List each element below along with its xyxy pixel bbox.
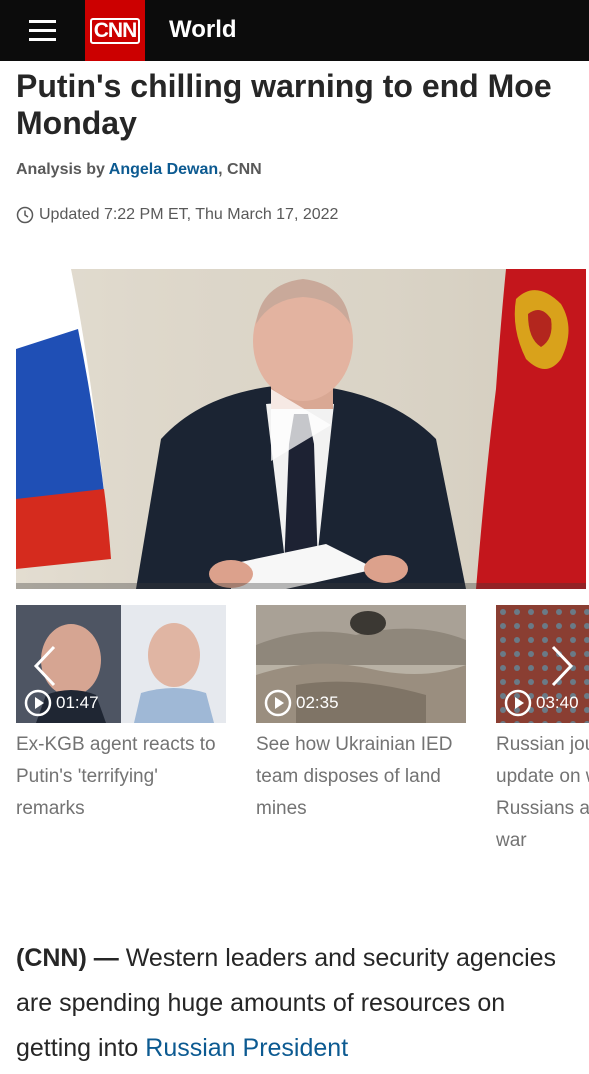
video-player[interactable]: [16, 269, 586, 589]
byline-prefix: Analysis by: [16, 161, 105, 178]
duration-text: 02:35: [296, 693, 339, 712]
byline: Analysis by Angela Dewan, CNN: [16, 161, 262, 179]
top-navigation-bar: CNN World: [0, 0, 589, 61]
play-circle-icon: [264, 689, 292, 717]
cnn-logo[interactable]: CNN: [85, 0, 145, 61]
hamburger-menu-button[interactable]: [0, 0, 85, 61]
carousel-item[interactable]: 01:47 Ex-KGB agent reacts to Putin's 'te…: [16, 605, 226, 825]
carousel-item-caption[interactable]: Ex-KGB agent reacts to Putin's 'terrifyi…: [16, 729, 226, 825]
thumbnail-image: 02:35: [256, 605, 466, 723]
author-link[interactable]: Angela Dewan: [109, 161, 218, 178]
chevron-right-icon[interactable]: [541, 641, 581, 691]
russian-president-link[interactable]: Russian President: [145, 1034, 348, 1062]
video-duration: 02:35: [264, 689, 339, 717]
byline-suffix: , CNN: [218, 161, 262, 178]
carousel-item[interactable]: 02:35 See how Ukrainian IED team dispose…: [256, 605, 466, 825]
dateline: (CNN) —: [16, 944, 119, 972]
cnn-logo-text: CNN: [89, 17, 141, 44]
carousel-item-caption[interactable]: See how Ukrainian IED team disposes of l…: [256, 729, 466, 825]
play-icon[interactable]: [266, 384, 336, 466]
chevron-left-icon[interactable]: [26, 641, 66, 691]
video-carousel: 01:47 Ex-KGB agent reacts to Putin's 'te…: [16, 605, 589, 865]
carousel-item-caption[interactable]: Russian journalist gives update on what …: [496, 729, 589, 857]
section-title[interactable]: World: [169, 16, 237, 44]
hamburger-menu-icon: [29, 20, 56, 41]
duration-text: 03:40: [536, 693, 579, 712]
updated-timestamp: Updated 7:22 PM ET, Thu March 17, 2022: [16, 206, 338, 224]
updated-text: Updated 7:22 PM ET, Thu March 17, 2022: [39, 206, 339, 223]
article-paragraph: (CNN) — Western leaders and security age…: [16, 936, 576, 1071]
play-circle-icon: [24, 689, 52, 717]
article-headline: Putin's chilling warning to end Moe Mond…: [16, 68, 552, 141]
clock-icon: [16, 206, 34, 224]
video-duration: 03:40: [504, 689, 579, 717]
play-circle-icon: [504, 689, 532, 717]
duration-text: 01:47: [56, 693, 99, 712]
video-duration: 01:47: [24, 689, 99, 717]
